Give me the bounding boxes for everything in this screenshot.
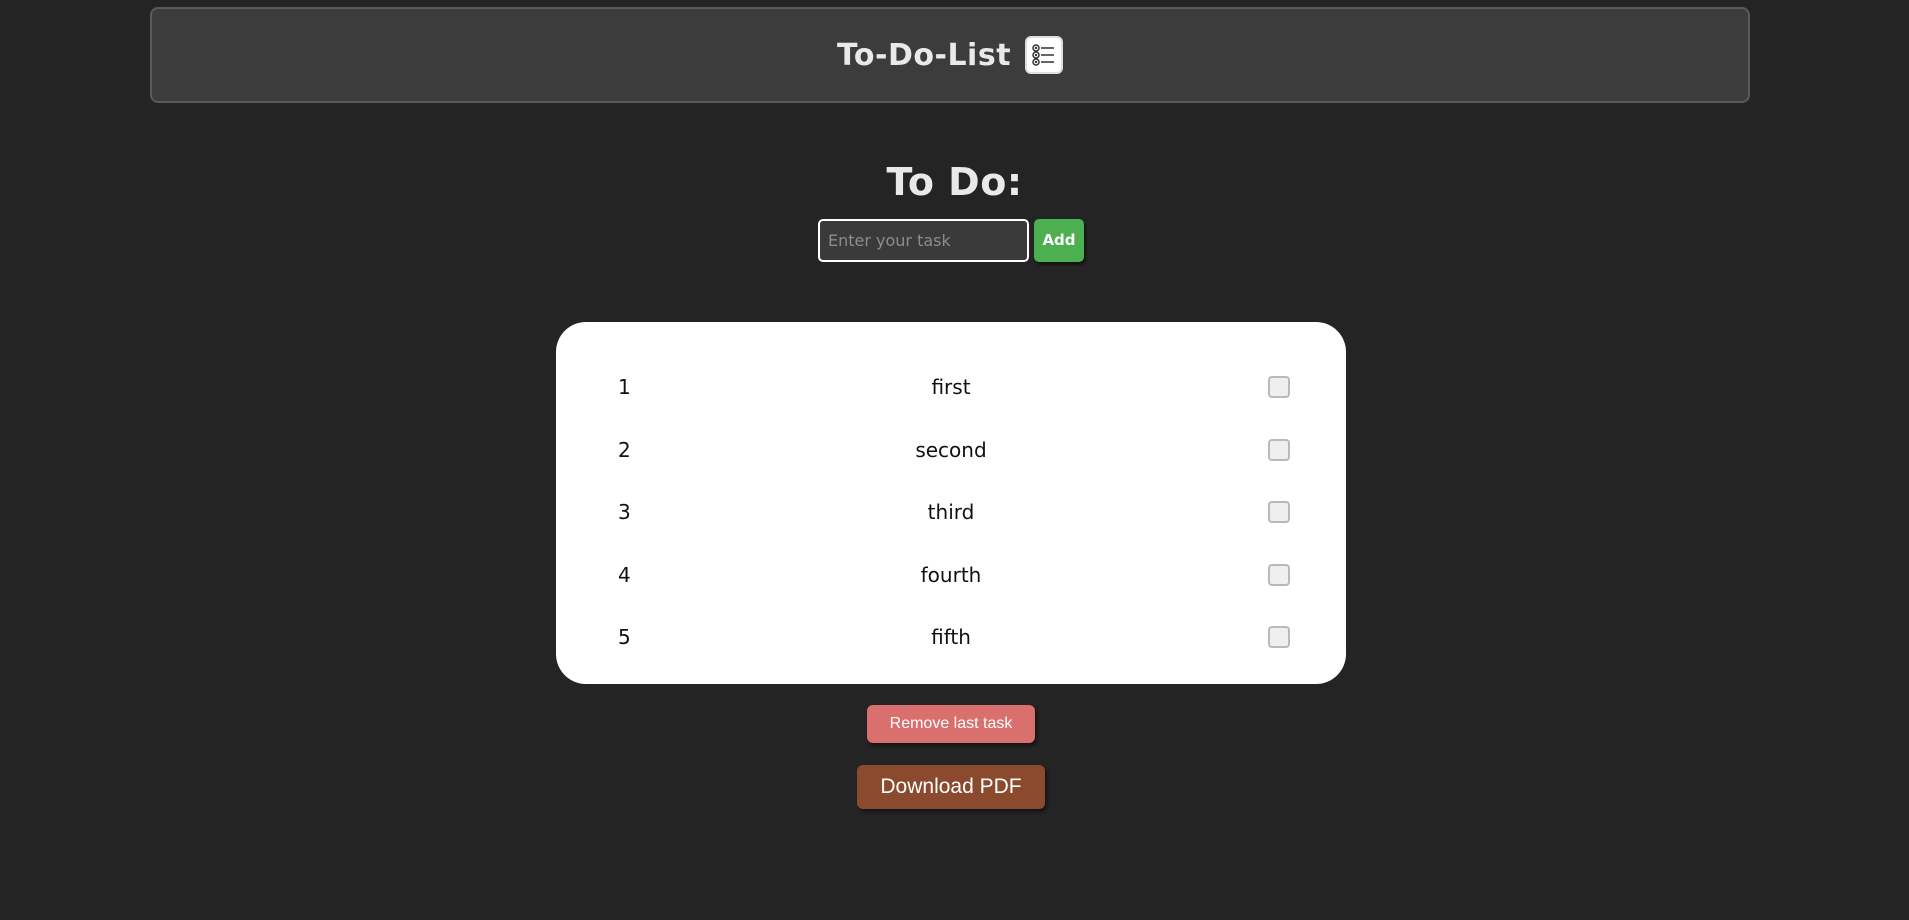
remove-last-task-button[interactable]: Remove last task [867, 705, 1035, 743]
task-row: 4 fourth [556, 544, 1346, 607]
task-row: 1 first [556, 356, 1346, 419]
task-checkbox[interactable] [1268, 563, 1290, 586]
task-checkbox[interactable] [1268, 626, 1290, 649]
task-text: third [927, 500, 975, 525]
add-task-row: Add [818, 218, 1084, 262]
todo-heading: To Do: [886, 160, 1023, 204]
task-text: fourth [920, 562, 982, 587]
task-checkbox[interactable] [1268, 376, 1290, 399]
task-checkbox[interactable] [1268, 501, 1290, 524]
page: To-Do-List To Do: Add 1 first [0, 0, 1909, 920]
add-button[interactable]: Add [1034, 218, 1084, 262]
task-text: second [915, 437, 987, 462]
task-row: 5 fifth [556, 606, 1346, 669]
app-title: To-Do-List [836, 37, 1012, 73]
download-pdf-button[interactable]: Download PDF [857, 765, 1045, 809]
task-input[interactable] [818, 218, 1029, 262]
task-text: fifth [931, 625, 971, 650]
app-header: To-Do-List [150, 7, 1750, 103]
task-checkbox[interactable] [1268, 438, 1290, 461]
task-row: 3 third [556, 481, 1346, 544]
task-text: first [931, 375, 971, 400]
task-list: 1 first 2 second 3 third 4 fourth 5 fift… [556, 322, 1346, 684]
task-row: 2 second [556, 419, 1346, 482]
list-icon [1025, 36, 1064, 74]
